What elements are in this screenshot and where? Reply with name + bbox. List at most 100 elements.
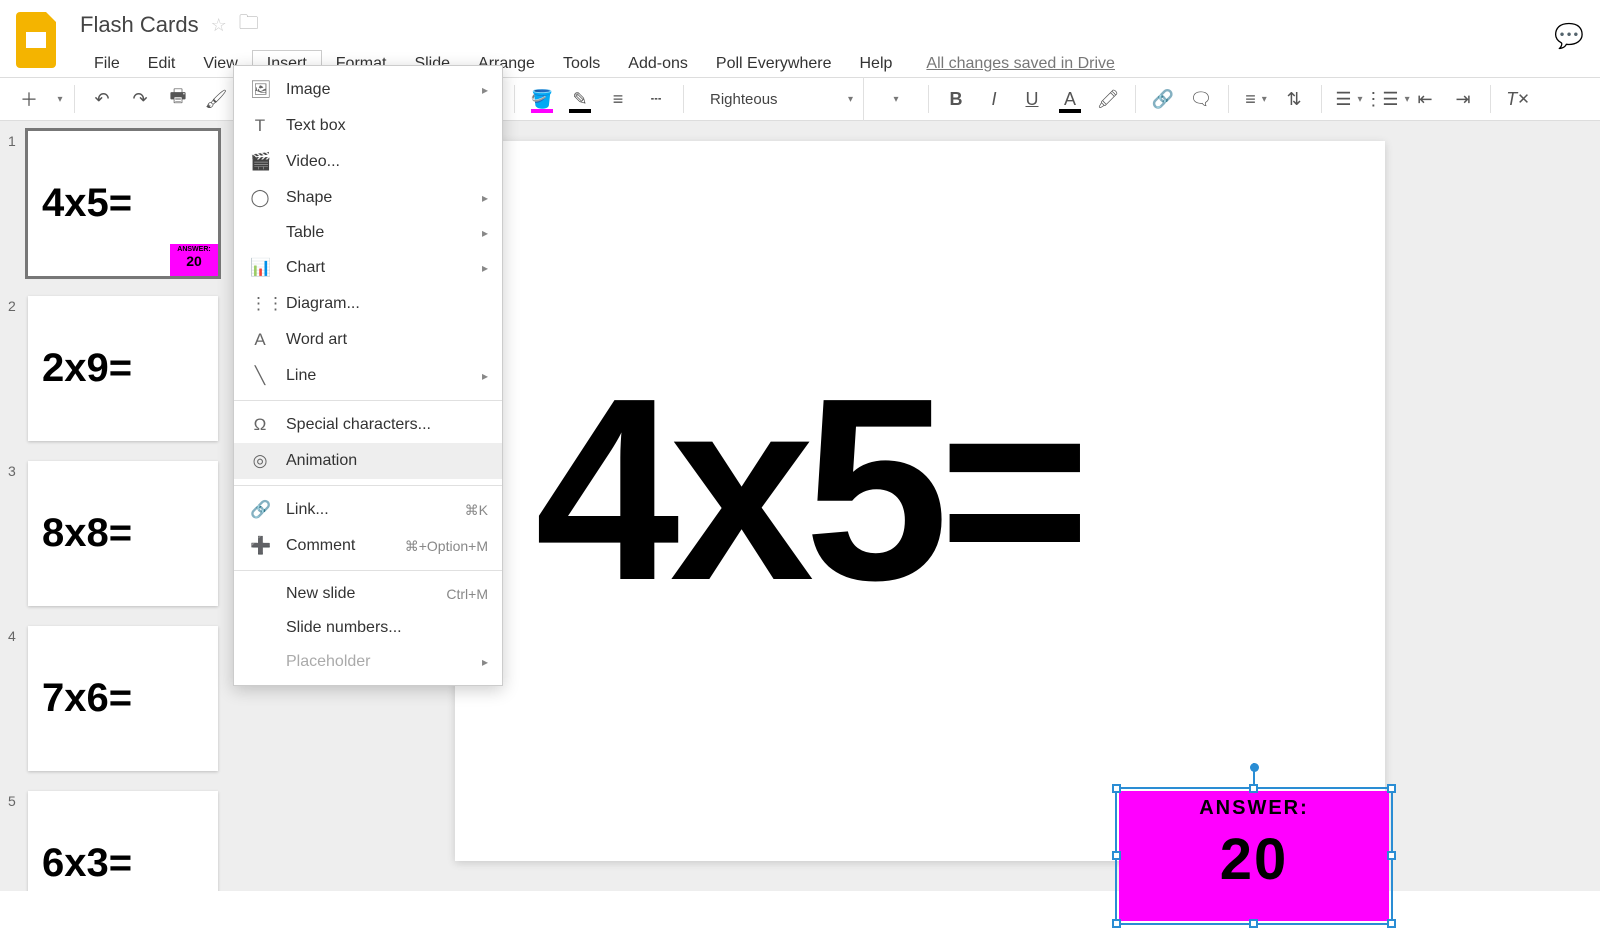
slide-thumb[interactable]: 47x6=	[8, 626, 232, 771]
separator	[1135, 85, 1136, 113]
menu-item-image[interactable]: 🖼Image▸	[234, 72, 502, 108]
menu-separator	[234, 485, 502, 486]
menu-item-label: Line	[286, 367, 316, 385]
menu-item-icon: ⋮⋮	[250, 294, 270, 314]
menu-help[interactable]: Help	[846, 51, 907, 77]
thumb-text: 6x3=	[42, 841, 132, 886]
menu-item-new-slide[interactable]: New slideCtrl+M	[234, 577, 502, 611]
menu-item-label: Shape	[286, 189, 332, 207]
line-spacing-button[interactable]: ⇅	[1277, 82, 1311, 116]
menu-item-video[interactable]: 🎬Video...	[234, 144, 502, 180]
undo-button[interactable]: ↶	[85, 82, 119, 116]
submenu-arrow-icon: ▸	[482, 261, 488, 275]
menu-item-special-characters[interactable]: ΩSpecial characters...	[234, 407, 502, 443]
slide-main-text[interactable]: 4x5=	[535, 341, 1081, 640]
rotate-handle[interactable]	[1250, 763, 1259, 772]
doc-title-row: Flash Cards ☆ 🗀	[80, 8, 1554, 42]
numbered-list-button[interactable]: ☰▾	[1332, 82, 1366, 116]
menu-item-table[interactable]: Table▸	[234, 216, 502, 250]
clear-format-button[interactable]: T✕	[1501, 82, 1535, 116]
redo-button[interactable]: ↷	[123, 82, 157, 116]
menu-item-diagram[interactable]: ⋮⋮Diagram...	[234, 286, 502, 322]
new-slide-button[interactable]: ＋	[12, 82, 46, 116]
paint-format-button[interactable]: 🖌	[199, 82, 233, 116]
menu-add-ons[interactable]: Add-ons	[614, 51, 702, 77]
menu-shortcut: ⌘+Option+M	[405, 538, 488, 555]
decrease-indent-button[interactable]: ⇤	[1408, 82, 1442, 116]
chevron-down-icon: ▾	[848, 94, 853, 105]
separator	[74, 85, 75, 113]
fill-color-button[interactable]: 🪣	[525, 82, 559, 116]
menu-item-icon: 🖼	[250, 80, 270, 100]
align-button[interactable]: ≡▾	[1239, 82, 1273, 116]
save-status[interactable]: All changes saved in Drive	[926, 55, 1115, 73]
slide-thumb[interactable]: 5 6x3=	[8, 791, 232, 891]
menu-item-word-art[interactable]: AWord art	[234, 322, 502, 358]
menu-item-placeholder: Placeholder▸	[234, 645, 502, 679]
text-color-button[interactable]: A	[1053, 82, 1087, 116]
slide-thumbnail[interactable]: 8x8=	[28, 461, 218, 606]
slide-thumb[interactable]: 38x8=	[8, 461, 232, 606]
menu-item-label: Slide numbers...	[286, 619, 402, 637]
increase-indent-button[interactable]: ⇥	[1446, 82, 1480, 116]
separator	[928, 85, 929, 113]
menu-file[interactable]: File	[80, 51, 134, 77]
menu-item-label: Placeholder	[286, 653, 371, 671]
menu-item-icon: 🔗	[250, 500, 270, 520]
menu-item-label: Special characters...	[286, 416, 431, 434]
menu-tools[interactable]: Tools	[549, 51, 614, 77]
font-size-select[interactable]: ▾	[868, 82, 918, 116]
menu-item-label: Comment	[286, 537, 355, 555]
thumb-text: 2x9=	[42, 346, 132, 391]
menu-item-text-box[interactable]: TText box	[234, 108, 502, 144]
menu-item-line[interactable]: ╲Line▸	[234, 358, 502, 394]
slide-thumbnail[interactable]: 6x3=	[28, 791, 218, 891]
slide-thumbnail[interactable]: 2x9=	[28, 296, 218, 441]
italic-button[interactable]: I	[977, 82, 1011, 116]
slide-thumb[interactable]: 14x5=ANSWER:20	[8, 131, 232, 276]
slide-canvas[interactable]: 4x5= ANSWER: 20	[455, 141, 1385, 861]
slide-number: 5	[8, 791, 28, 891]
slides-panel[interactable]: 14x5=ANSWER:20 22x9= 38x8= 47x6= 5 6x3=	[0, 121, 240, 891]
folder-icon[interactable]: 🗀	[239, 8, 259, 42]
menu-item-chart[interactable]: 📊Chart▸	[234, 250, 502, 286]
comment-button[interactable]: 🗨	[1184, 82, 1218, 116]
submenu-arrow-icon: ▸	[482, 369, 488, 383]
menu-item-icon: ◎	[250, 451, 270, 471]
bold-button[interactable]: B	[939, 82, 973, 116]
menu-item-label: Animation	[286, 452, 357, 470]
thumb-text: 8x8=	[42, 511, 132, 556]
menu-item-icon: T	[250, 116, 270, 136]
border-dash-button[interactable]: ┄	[639, 82, 673, 116]
slide-thumb[interactable]: 22x9=	[8, 296, 232, 441]
underline-button[interactable]: U	[1015, 82, 1049, 116]
link-button[interactable]: 🔗	[1146, 82, 1180, 116]
slide-thumbnail[interactable]: 4x5=ANSWER:20	[28, 131, 218, 276]
menu-edit[interactable]: Edit	[134, 51, 190, 77]
menu-item-animation[interactable]: ◎ Animation	[234, 443, 502, 479]
border-weight-button[interactable]: ≡	[601, 82, 635, 116]
new-slide-dropdown[interactable]: ▾	[50, 82, 64, 116]
bulleted-list-button[interactable]: ⋮☰▾	[1370, 82, 1404, 116]
star-icon[interactable]: ☆	[211, 15, 227, 36]
doc-title[interactable]: Flash Cards	[80, 12, 199, 38]
border-color-button[interactable]: ✎	[563, 82, 597, 116]
menu-item-label: New slide	[286, 585, 355, 603]
menu-item-link[interactable]: 🔗Link...⌘K	[234, 492, 502, 528]
font-select[interactable]: Righteous ▾	[694, 77, 864, 121]
slides-logo-icon	[16, 12, 56, 68]
menu-item-shape[interactable]: ◯Shape▸	[234, 180, 502, 216]
comments-icon[interactable]: 💬	[1554, 22, 1584, 51]
font-name: Righteous	[710, 91, 778, 108]
menu-item-comment[interactable]: ➕Comment⌘+Option+M	[234, 528, 502, 564]
highlight-button[interactable]: 🖍	[1091, 82, 1125, 116]
menu-item-icon: ◯	[250, 188, 270, 208]
separator	[514, 85, 515, 113]
print-button[interactable]: 🖶	[161, 82, 195, 116]
menu-poll-everywhere[interactable]: Poll Everywhere	[702, 51, 846, 77]
thumb-text: 4x5=	[42, 181, 132, 226]
insert-menu[interactable]: 🖼Image▸TText box🎬Video... ◯ Shape ▸ Table▸📊C…	[233, 65, 503, 686]
answer-textbox[interactable]: ANSWER: 20	[1119, 791, 1389, 921]
slide-thumbnail[interactable]: 7x6=	[28, 626, 218, 771]
menu-item-slide-numbers[interactable]: Slide numbers...	[234, 611, 502, 645]
